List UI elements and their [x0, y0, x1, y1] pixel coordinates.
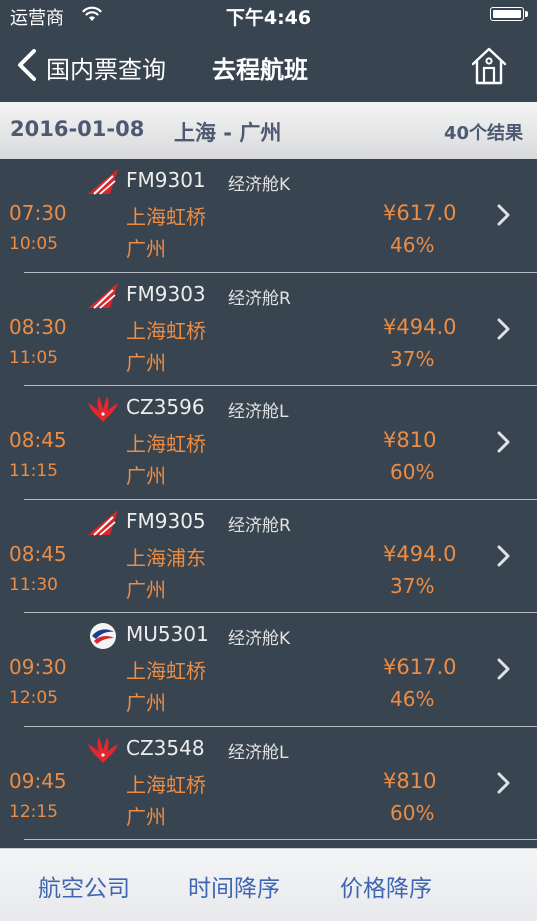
departure-airport: 上海虹桥 [126, 318, 206, 343]
back-chevron-icon[interactable] [12, 48, 44, 82]
back-button[interactable]: 国内票查询 [46, 50, 166, 85]
battery-icon [490, 7, 528, 21]
departure-time: 09:45 [9, 768, 67, 793]
price: ¥617.0 [383, 655, 457, 679]
home-icon[interactable] [470, 46, 508, 86]
discount: 37% [390, 346, 435, 371]
cabin-class: 经济舱R [228, 515, 291, 536]
departure-airport: 上海虹桥 [126, 659, 206, 683]
status-bar: 运营商 下午4:46 [0, 0, 537, 30]
discount: 46% [390, 233, 435, 257]
flight-number: FM9301 [126, 168, 206, 192]
travel-date: 2016-01-08 [10, 117, 145, 141]
flight-row[interactable]: CZ3596 经济舱L 08:45 11:15 上海虹桥 广州 ¥810 60% [0, 386, 537, 500]
price: ¥494.0 [383, 314, 457, 339]
price: ¥494.0 [383, 541, 457, 566]
discount: 60% [390, 460, 435, 484]
chevron-right-icon [497, 658, 510, 680]
time-sort-button[interactable]: 时间降序 [188, 869, 280, 903]
discount: 37% [390, 573, 435, 598]
navigation-bar: 国内票查询 去程航班 [0, 30, 537, 102]
search-summary-bar: 2016-01-08 上海 - 广州 40个结果 [0, 102, 537, 159]
flight-row[interactable]: FM9305 经济舱R 08:45 11:30 上海浦东 广州 ¥494.0 3… [0, 500, 537, 613]
departure-airport: 上海浦东 [126, 545, 206, 570]
chevron-right-icon [497, 545, 510, 566]
chevron-right-icon [497, 772, 510, 793]
flight-number: CZ3548 [126, 735, 205, 760]
cabin-class: 经济舱L [228, 742, 289, 763]
flight-number: FM9305 [126, 508, 206, 533]
cabin-class: 经济舱K [228, 629, 291, 649]
discount: 46% [390, 687, 435, 711]
flight-row[interactable]: FM9301 经济舱K 07:30 10:05 上海虹桥 广州 ¥617.0 4… [0, 159, 537, 273]
cabin-class: 经济舱L [228, 402, 289, 422]
result-count: 40个结果 [443, 123, 523, 144]
arrival-time: 11:30 [9, 574, 58, 595]
flight-number: MU5301 [126, 622, 209, 646]
cabin-class: 经济舱R [228, 288, 291, 309]
arrival-time: 12:15 [9, 801, 58, 822]
departure-time: 08:45 [9, 541, 67, 566]
departure-airport: 上海虹桥 [126, 432, 206, 456]
price: ¥810 [383, 768, 437, 793]
price: ¥617.0 [383, 201, 457, 225]
clock: 下午4:46 [225, 7, 312, 29]
flight-list: FM9301 经济舱K 07:30 10:05 上海虹桥 广州 ¥617.0 4… [0, 159, 537, 840]
departure-airport: 上海虹桥 [126, 205, 206, 229]
chevron-right-icon [497, 431, 510, 453]
departure-airport: 上海虹桥 [126, 772, 206, 797]
arrival-airport: 广州 [126, 804, 166, 829]
shanghai-airlines-logo [86, 167, 120, 197]
price: ¥810 [383, 428, 437, 452]
cabin-class: 经济舱K [228, 175, 291, 195]
arrival-airport: 广州 [126, 350, 166, 375]
china-eastern-logo [86, 621, 120, 651]
arrival-time: 11:15 [9, 461, 58, 481]
arrival-airport: 广州 [126, 691, 166, 715]
china-southern-logo [86, 735, 120, 765]
departure-time: 07:30 [9, 201, 67, 225]
shanghai-airlines-logo [86, 281, 120, 311]
departure-time: 09:30 [9, 655, 67, 679]
airline-filter-button[interactable]: 航空公司 [38, 869, 130, 903]
chevron-right-icon [497, 318, 510, 339]
departure-time: 08:30 [9, 314, 67, 339]
page-title: 去程航班 [212, 56, 308, 84]
china-southern-logo [86, 394, 120, 424]
flight-number: FM9303 [126, 281, 206, 306]
arrival-airport: 广州 [126, 464, 166, 488]
arrival-airport: 广州 [126, 577, 166, 602]
shanghai-airlines-logo [86, 508, 120, 538]
discount: 60% [390, 800, 435, 825]
flight-row[interactable]: FM9303 经济舱R 08:30 11:05 上海虹桥 广州 ¥494.0 3… [0, 273, 537, 386]
chevron-right-icon [497, 204, 510, 226]
bottom-toolbar: 航空公司 时间降序 价格降序 [0, 848, 537, 921]
arrival-time: 12:05 [9, 688, 58, 708]
flight-row[interactable]: MU5301 经济舱K 09:30 12:05 上海虹桥 广州 ¥617.0 4… [0, 613, 537, 727]
flight-row[interactable]: CZ3548 经济舱L 09:45 12:15 上海虹桥 广州 ¥810 60% [0, 727, 537, 840]
price-sort-button[interactable]: 价格降序 [340, 869, 432, 903]
row-divider [24, 839, 537, 840]
flight-number: CZ3596 [126, 395, 205, 419]
route-label: 上海 - 广州 [174, 121, 282, 145]
arrival-time: 11:05 [9, 347, 58, 368]
departure-time: 08:45 [9, 428, 67, 452]
arrival-airport: 广州 [126, 237, 166, 261]
arrival-time: 10:05 [9, 234, 58, 254]
